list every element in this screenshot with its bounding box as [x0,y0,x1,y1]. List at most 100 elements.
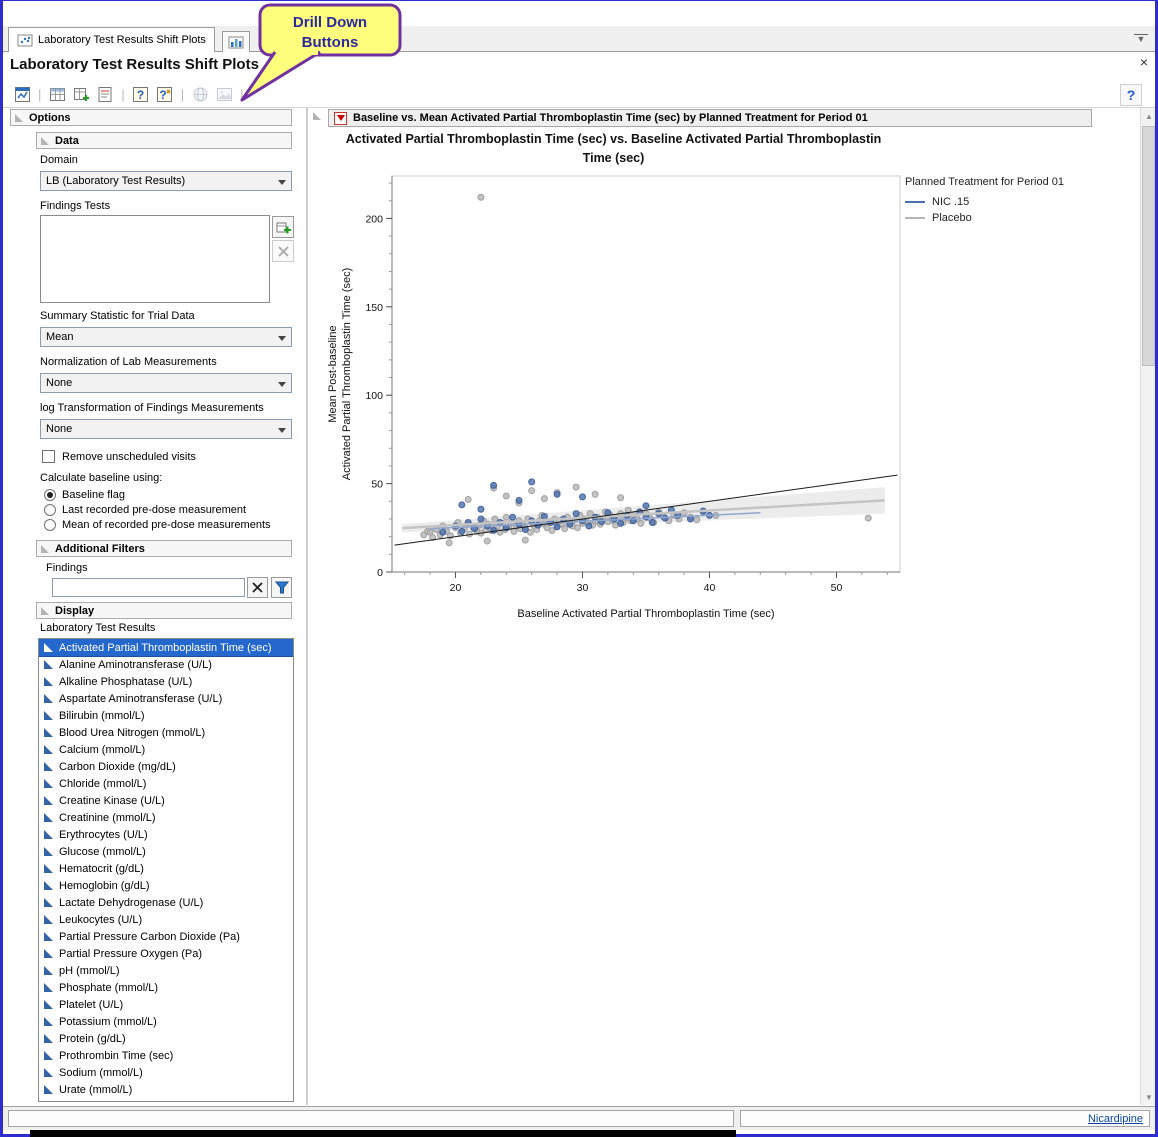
legend-label: Placebo [932,212,972,224]
lab-test-item[interactable]: Bilirubin (mmol/L) [39,707,293,724]
summary-statistic-select[interactable]: Mean [40,327,292,347]
scroll-up-icon[interactable]: ▲ [1141,108,1157,124]
add-tests-button[interactable] [272,216,294,238]
disclosure-triangle-icon[interactable] [15,114,23,122]
lab-test-item[interactable]: Chloride (mmol/L) [39,775,293,792]
report-outline-header[interactable]: Baseline vs. Mean Activated Partial Thro… [328,109,1092,127]
legend-item[interactable]: NIC .15 [905,194,1064,210]
vertical-scrollbar[interactable]: ▲ ▼ [1140,108,1156,1105]
filter-funnel-button[interactable] [271,577,292,598]
radio-baseline-flag[interactable]: Baseline flag [44,488,294,502]
lab-test-item[interactable]: Carbon Dioxide (mg/dL) [39,758,293,775]
lab-test-item[interactable]: Alanine Aminotransferase (U/L) [39,656,293,673]
findings-filter-input[interactable] [52,578,245,597]
radio-last-recorded-pre-dose-measurement[interactable]: Last recorded pre-dose measurement [44,503,294,517]
close-icon[interactable]: × [1140,54,1148,70]
lab-test-label: Leukocytes (U/L) [59,914,142,926]
lab-test-item[interactable]: Activated Partial Thromboplastin Time (s… [39,639,293,656]
findings-tests-label: Findings Tests [40,200,110,212]
lab-test-item[interactable]: Leukocytes (U/L) [39,911,293,928]
lab-test-label: Partial Pressure Oxygen (Pa) [59,948,202,960]
study-link[interactable]: Nicardipine [1088,1113,1149,1125]
taskbar-strip [30,1130,736,1137]
domain-select[interactable]: LB (Laboratory Test Results) [40,171,292,191]
lab-test-item[interactable]: Urate (mmol/L) [39,1081,293,1098]
log-transform-select[interactable]: None [40,419,292,439]
log-transform-label: log Transformation of Findings Measureme… [40,402,264,414]
additional-filters-header[interactable]: Additional Filters [36,540,292,557]
options-section-header[interactable]: Options [10,109,292,126]
lab-test-label: Platelet (U/L) [59,999,123,1011]
radio-button-icon[interactable] [44,519,56,531]
disclosure-triangle-icon[interactable] [41,607,49,615]
svg-text:30: 30 [577,582,589,594]
lab-test-item[interactable]: Erythrocytes (U/L) [39,826,293,843]
lab-test-label: Creatine Kinase (U/L) [59,795,165,807]
legend-item[interactable]: Placebo [905,210,1064,226]
drill-down-notes-button[interactable]: ? [153,84,177,106]
lab-test-item[interactable]: Creatinine (mmol/L) [39,809,293,826]
data-table-add-button[interactable] [69,84,93,106]
radio-button-icon[interactable] [44,489,56,501]
scrollbar-thumb[interactable] [1142,126,1155,366]
lab-test-item[interactable]: Platelet (U/L) [39,996,293,1013]
radio-button-icon[interactable] [44,504,56,516]
status-field [8,1110,734,1127]
chart-title: Activated Partial Thromboplastin Time (s… [341,130,886,168]
help-button[interactable]: ? [1120,84,1142,106]
svg-text:40: 40 [704,582,716,594]
remove-tests-button[interactable] [272,240,294,262]
lab-test-item[interactable]: Hematocrit (g/dL) [39,860,293,877]
remove-unscheduled-checkbox[interactable] [42,450,55,463]
x-axis: 20304050 [405,572,888,594]
lab-test-item[interactable]: Calcium (mmol/L) [39,741,293,758]
journal-button[interactable] [93,84,117,106]
radio-mean-of-recorded-pre-dose-measurements[interactable]: Mean of recorded pre-dose measurements [44,518,294,532]
lab-test-item[interactable]: Potassium (mmol/L) [39,1013,293,1030]
status-bar: Nicardipine [0,1106,1158,1130]
continuous-variable-icon [44,1034,53,1043]
chevron-down-icon [278,428,286,433]
data-section-header[interactable]: Data [36,132,292,149]
data-table-button[interactable] [45,84,69,106]
lab-test-item[interactable]: Protein (g/dL) [39,1030,293,1047]
dropdown-value: None [46,377,72,389]
continuous-variable-icon [44,711,53,720]
chevron-down-icon [278,180,286,185]
lab-test-item[interactable]: Aspartate Aminotransferase (U/L) [39,690,293,707]
report-preview-button[interactable] [10,84,34,106]
lab-test-item[interactable]: Partial Pressure Oxygen (Pa) [39,945,293,962]
findings-tests-listbox[interactable] [40,215,270,303]
lab-test-item[interactable]: Hemoglobin (g/dL) [39,877,293,894]
web-report-button[interactable] [188,84,212,106]
clear-filter-button[interactable] [247,577,268,598]
disclosure-triangle-icon[interactable] [313,112,321,120]
lab-test-item[interactable]: Phosphate (mmol/L) [39,979,293,996]
lab-test-item[interactable]: Sodium (mmol/L) [39,1064,293,1081]
lab-test-item[interactable]: Blood Urea Nitrogen (mmol/L) [39,724,293,741]
svg-text:0: 0 [377,567,383,579]
drill-down-profile-button[interactable]: ? [129,84,153,106]
svg-text:50: 50 [371,479,383,491]
panel-splitter[interactable] [306,108,308,1105]
section-title: Display [55,605,94,617]
summary-statistic-label: Summary Statistic for Trial Data [40,310,195,322]
lab-test-item[interactable]: pH (mmol/L) [39,962,293,979]
lab-test-item[interactable]: Alkaline Phosphatase (U/L) [39,673,293,690]
lab-test-label: Chloride (mmol/L) [59,778,146,790]
lab-test-item[interactable]: Glucose (mmol/L) [39,843,293,860]
continuous-variable-icon [44,643,53,652]
disclosure-triangle-icon[interactable] [41,137,49,145]
display-section-header[interactable]: Display [36,602,292,619]
shift-plot[interactable]: 20304050050100150200Baseline Activated P… [318,172,1140,637]
disclosure-triangle-icon[interactable] [41,545,49,553]
red-triangle-menu-icon[interactable] [334,112,347,125]
lab-test-item[interactable]: Lactate Dehydrogenase (U/L) [39,894,293,911]
normalization-select[interactable]: None [40,373,292,393]
tab-shift-plots[interactable]: Laboratory Test Results Shift Plots [8,27,215,52]
lab-test-item[interactable]: Partial Pressure Carbon Dioxide (Pa) [39,928,293,945]
lab-test-item[interactable]: Prothrombin Time (sec) [39,1047,293,1064]
collapse-ribbon-icon[interactable]: ▼ [1134,34,1148,46]
lab-test-item[interactable]: Creatine Kinase (U/L) [39,792,293,809]
scroll-down-icon[interactable]: ▼ [1141,1089,1157,1105]
